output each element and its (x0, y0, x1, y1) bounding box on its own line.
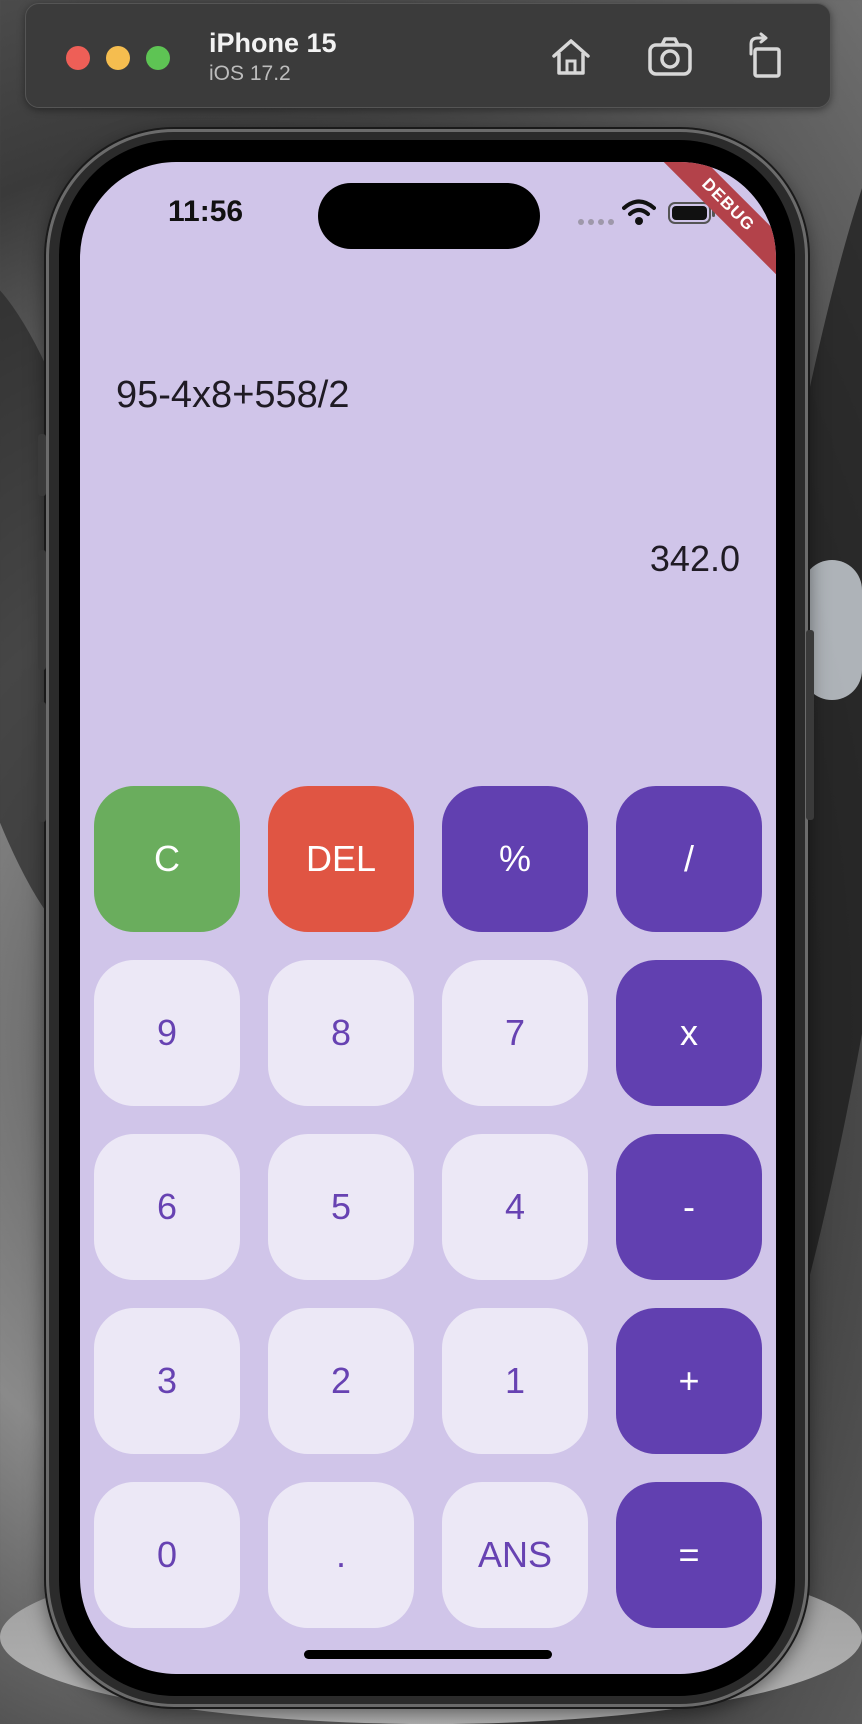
digit-8-button[interactable]: 8 (268, 960, 414, 1106)
minimize-window-button[interactable] (106, 46, 130, 70)
divide-button[interactable]: / (616, 786, 762, 932)
digit-5-button[interactable]: 5 (268, 1134, 414, 1280)
phone-screen: 11:56 DEBUG 95-4x8+558/2 342.0 C DEL%/9 8 7… (80, 162, 776, 1674)
digit-2-button[interactable]: 2 (268, 1308, 414, 1454)
digit-1-button[interactable]: 1 (442, 1308, 588, 1454)
wifi-icon (622, 198, 656, 226)
close-window-button[interactable] (66, 46, 90, 70)
power-button (806, 630, 814, 820)
digit-6-button[interactable]: 6 (94, 1134, 240, 1280)
digit-9-button[interactable]: 9 (94, 960, 240, 1106)
status-bar-time: 11:56 (168, 195, 244, 228)
clear-button[interactable]: C (94, 786, 240, 932)
digit-7-button[interactable]: 7 (442, 960, 588, 1106)
device-name: iPhone 15 (209, 28, 337, 58)
add-button[interactable]: + (616, 1308, 762, 1454)
result-display: 342.0 (649, 538, 740, 579)
delete-button[interactable]: DEL (268, 786, 414, 932)
rotate-icon[interactable] (741, 32, 791, 82)
multiply-button[interactable]: x (616, 960, 762, 1106)
simulator-title-bar: iPhone 15 iOS 17.2 (25, 3, 831, 108)
screenshot-icon[interactable] (645, 32, 695, 82)
cellular-signal-icon (578, 219, 614, 225)
percent-button[interactable]: % (442, 786, 588, 932)
home-icon[interactable] (546, 32, 596, 82)
answer-button[interactable]: ANS (442, 1482, 588, 1628)
digit-0-button[interactable]: 0 (94, 1482, 240, 1628)
zoom-window-button[interactable] (146, 46, 170, 70)
subtract-button[interactable]: - (616, 1134, 762, 1280)
volume-down-button (38, 702, 46, 822)
decimal-button[interactable]: . (268, 1482, 414, 1628)
device-os-version: iOS 17.2 (209, 62, 291, 85)
digit-3-button[interactable]: 3 (94, 1308, 240, 1454)
expression-display: 95-4x8+558/2 (116, 374, 350, 416)
volume-up-button (38, 550, 46, 670)
digit-4-button[interactable]: 4 (442, 1134, 588, 1280)
action-button (38, 434, 46, 496)
equals-button[interactable]: = (616, 1482, 762, 1628)
dynamic-island (318, 183, 540, 249)
home-indicator[interactable] (304, 1650, 552, 1659)
